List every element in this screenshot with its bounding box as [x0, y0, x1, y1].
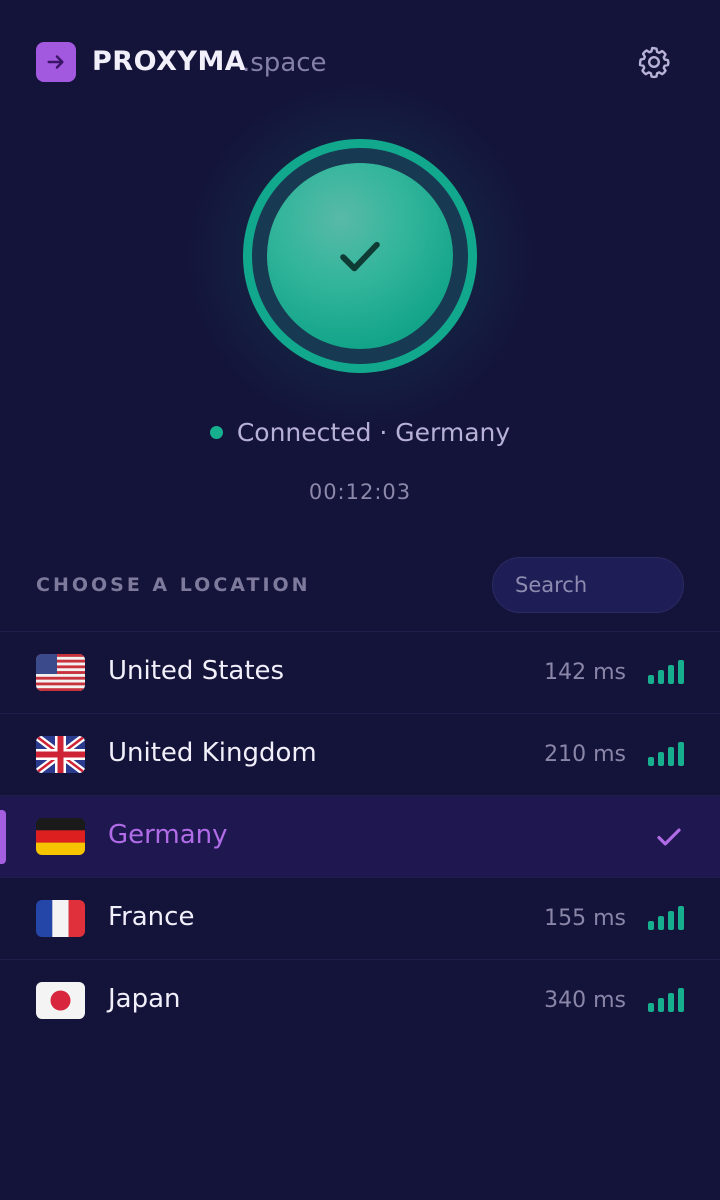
gear-icon	[638, 46, 670, 79]
country-name: Germany	[108, 820, 228, 850]
connection-status: Connected · Germany	[0, 412, 720, 452]
location-row-united-kingdom[interactable]: United Kingdom 210 ms	[0, 713, 720, 795]
section-title: CHOOSE A LOCATION	[36, 574, 311, 596]
signal-icon	[648, 660, 684, 684]
country-name: France	[108, 902, 195, 932]
country-name: Japan	[108, 984, 181, 1014]
brand-suffix: .space	[242, 48, 327, 78]
fr-flag-icon	[36, 900, 85, 937]
selected-indicator	[0, 810, 6, 864]
signal-icon	[648, 988, 684, 1012]
location-row-france[interactable]: France 155 ms	[0, 877, 720, 959]
status-text: Connected · Germany	[236, 417, 511, 447]
location-list: United States 142 ms United Kingdom 210 …	[0, 631, 720, 1041]
latency: 155 ms	[544, 906, 626, 931]
app: PROXYMA .space Connected · Germany 00:12…	[0, 0, 720, 1200]
latency: 340 ms	[544, 988, 626, 1013]
us-flag-icon	[36, 654, 85, 691]
location-row-germany[interactable]: Germany	[0, 795, 720, 877]
location-row-united-states[interactable]: United States 142 ms	[0, 631, 720, 713]
latency: 142 ms	[544, 660, 626, 685]
connect-button[interactable]	[267, 163, 453, 349]
status-dot	[209, 425, 223, 439]
selected-check-icon	[657, 828, 681, 846]
location-row-japan[interactable]: Japan 340 ms	[0, 959, 720, 1041]
arrow-right-icon	[47, 55, 64, 69]
check-icon	[340, 241, 380, 272]
logo	[36, 42, 76, 82]
country-name: United States	[108, 656, 285, 686]
uk-flag-icon	[36, 736, 85, 773]
settings-button[interactable]	[634, 42, 674, 82]
latency: 210 ms	[544, 742, 626, 767]
signal-icon	[648, 906, 684, 930]
jp-flag-icon	[36, 982, 85, 1019]
brand-name: PROXYMA	[92, 46, 247, 77]
search-input[interactable]	[492, 557, 684, 613]
de-flag-icon	[36, 818, 85, 855]
connection-timer: 00:12:03	[308, 480, 412, 504]
country-name: United Kingdom	[108, 738, 317, 768]
signal-icon	[648, 742, 684, 766]
